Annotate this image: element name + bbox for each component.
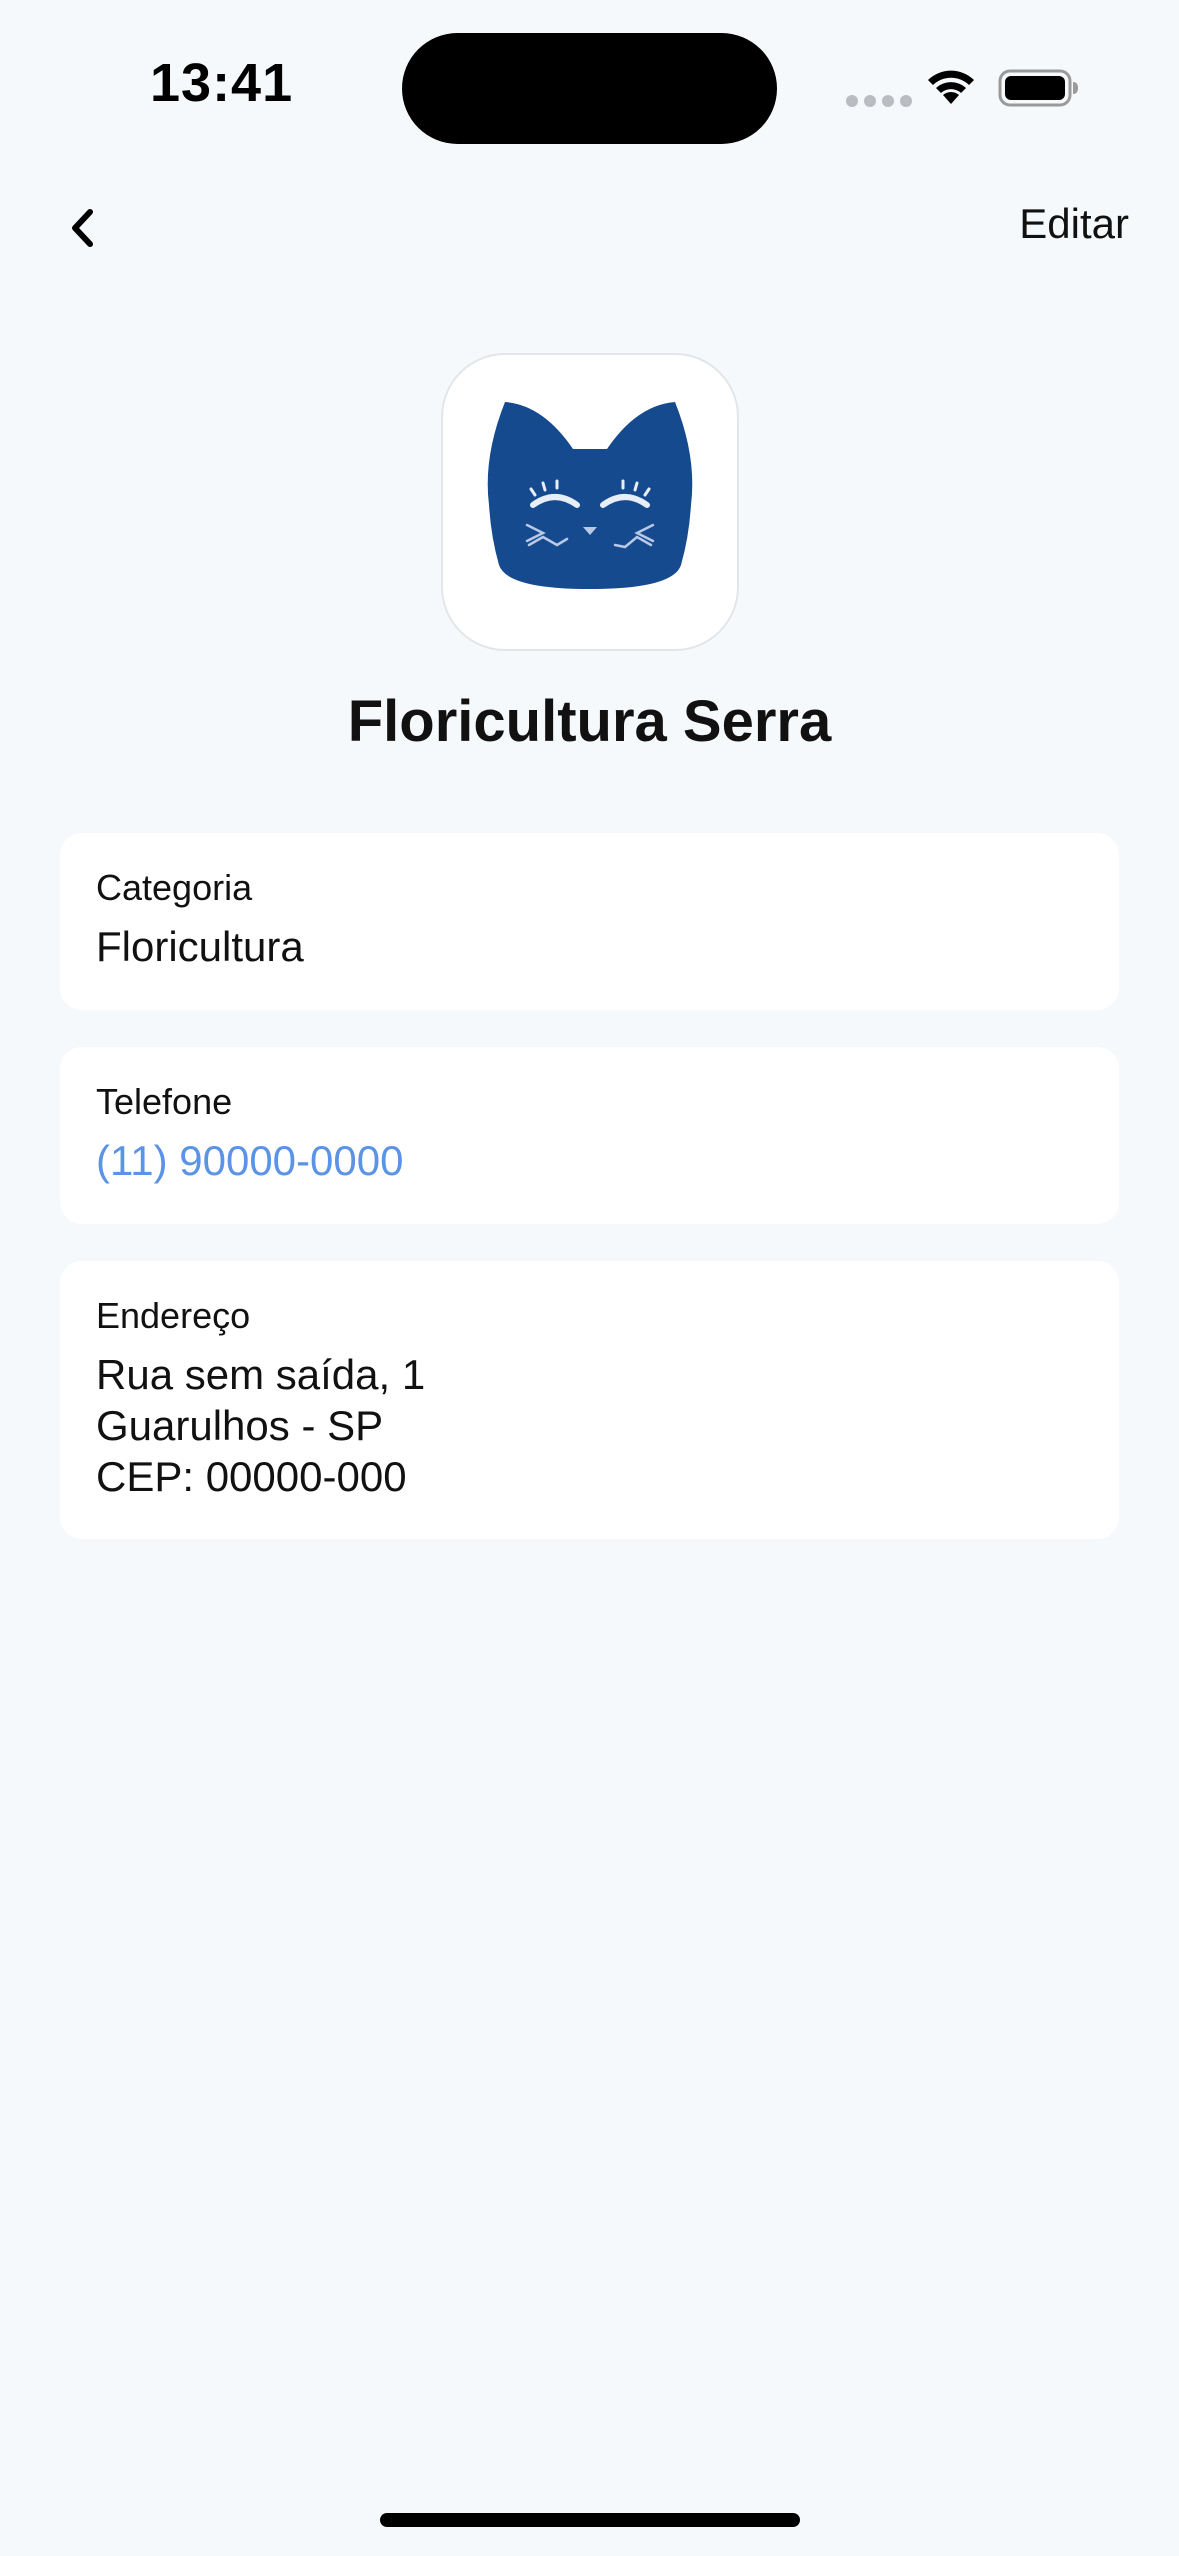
address-street: Rua sem saída, 1 <box>96 1351 426 1398</box>
address-label: Endereço <box>96 1295 251 1336</box>
edit-button[interactable]: Editar <box>1019 200 1129 248</box>
phone-card: Telefone (11) 90000-0000 <box>60 1047 1119 1224</box>
category-value: Floricultura <box>96 923 304 970</box>
category-label: Categoria <box>96 867 253 908</box>
address-card: Endereço Rua sem saída, 1 Guarulhos - SP… <box>60 1261 1119 1539</box>
dynamic-island <box>402 33 777 144</box>
address-zip: CEP: 00000-000 <box>96 1453 407 1500</box>
back-button[interactable] <box>52 196 112 260</box>
cat-logo-icon <box>487 402 693 589</box>
wifi-icon <box>928 70 974 104</box>
phone-label: Telefone <box>96 1081 233 1122</box>
chevron-left-icon <box>72 209 93 247</box>
signal-icon <box>846 95 912 107</box>
category-card: Categoria Floricultura <box>60 833 1119 1010</box>
home-indicator[interactable] <box>380 2513 800 2527</box>
store-logo <box>441 353 739 651</box>
store-detail-screen: 13:41 Editar Floricultura Serra Categori… <box>0 0 1179 2556</box>
status-time: 13:41 <box>150 53 294 113</box>
phone-link[interactable]: (11) 90000-0000 <box>96 1135 1083 1186</box>
store-name: Floricultura Serra <box>347 689 832 754</box>
address-city: Guarulhos - SP <box>96 1402 384 1449</box>
battery-icon <box>998 69 1078 107</box>
